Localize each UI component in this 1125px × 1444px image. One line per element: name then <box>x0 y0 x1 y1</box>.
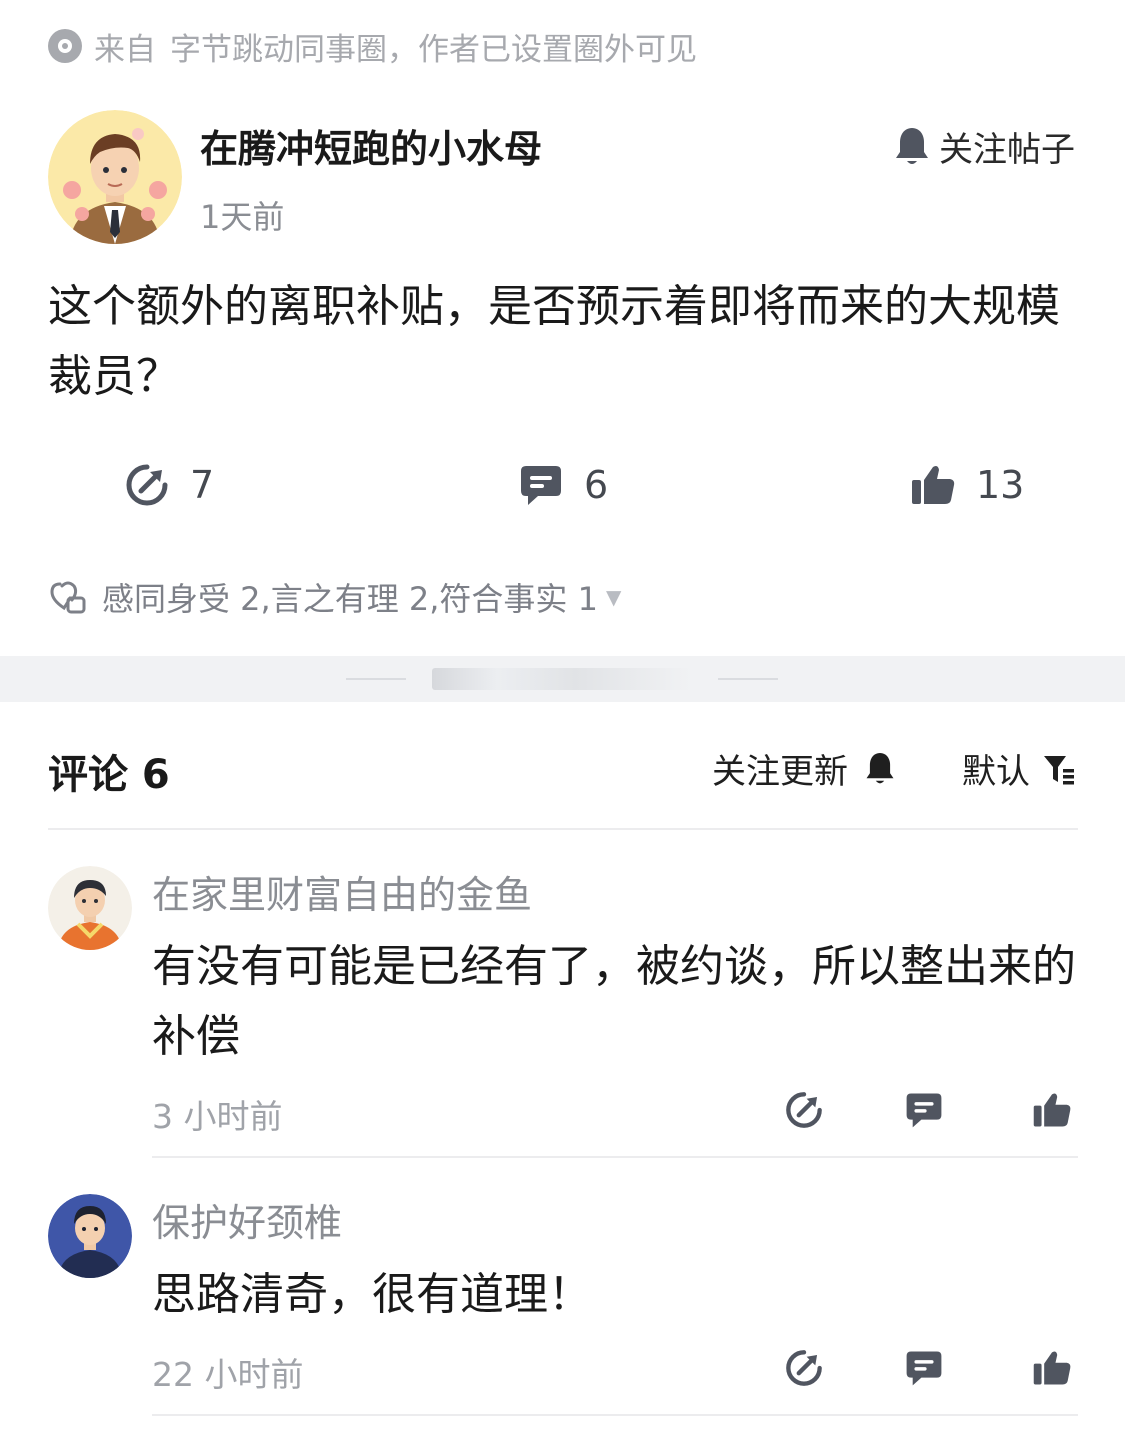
bell-icon <box>896 127 928 164</box>
speech-bubble-icon[interactable] <box>904 1348 944 1388</box>
comment-count: 6 <box>584 463 609 507</box>
speech-bubble-icon <box>521 466 561 505</box>
post-actions: 7 6 13 <box>0 462 1125 522</box>
thumbs-up-icon <box>912 466 955 504</box>
follow-post-label: 关注帖子 <box>939 130 1075 170</box>
follow-updates-label: 关注更新 <box>712 752 848 792</box>
source-prefix: 来自 <box>94 31 156 68</box>
blurred-banner <box>432 668 692 690</box>
share-arrow-icon[interactable] <box>784 1348 824 1388</box>
author-avatar[interactable] <box>48 110 182 244</box>
comment-divider <box>152 1156 1078 1158</box>
reactions-text: 感同身受 2,言之有理 2,符合事实 1 <box>102 580 598 618</box>
sort-label: 默认 <box>962 752 1030 792</box>
source-text[interactable]: 字节跳动同事圈，作者已设置圈外可见 <box>170 24 697 69</box>
comment-time: 3 小时前 <box>152 1097 283 1136</box>
circle-dot-icon <box>48 29 82 63</box>
comment-divider <box>152 1414 1078 1416</box>
share-arrow-icon[interactable] <box>784 1090 824 1130</box>
section-divider <box>0 656 1125 702</box>
share-button[interactable]: 7 <box>124 462 214 508</box>
comment-username[interactable]: 保护好颈椎 <box>152 1192 342 1247</box>
comment-button[interactable]: 6 <box>518 462 608 508</box>
share-count: 7 <box>190 463 215 507</box>
thumbs-up-icon[interactable] <box>1032 1348 1072 1388</box>
comment-text: 思路清奇，很有道理！ <box>152 1269 592 1320</box>
filter-icon <box>1044 755 1074 784</box>
chevron-down-icon: ▼ <box>605 585 622 609</box>
comment-username[interactable]: 在家里财富自由的金鱼 <box>152 864 532 919</box>
source-bar: 来自 字节跳动同事圈，作者已设置圈外可见 <box>48 24 697 68</box>
header-divider <box>48 828 1078 830</box>
reactions-heart-icon <box>50 581 86 614</box>
sort-dropdown[interactable]: 默认 <box>962 744 1076 793</box>
like-count: 13 <box>976 463 1025 507</box>
post-content: 这个额外的离职补贴，是否预示着即将而来的大规模裁员？ <box>48 281 1060 402</box>
speech-bubble-icon[interactable] <box>904 1090 944 1130</box>
bell-icon <box>866 752 894 783</box>
divider-line-right <box>718 678 778 680</box>
like-button[interactable]: 13 <box>910 462 1024 508</box>
comment-time: 22 小时前 <box>152 1355 304 1394</box>
follow-post-button[interactable]: 关注帖子 <box>893 122 1075 171</box>
divider-line-left <box>346 678 406 680</box>
comment-text: 有没有可能是已经有了，被约谈，所以整出来的补偿 <box>152 941 1076 1062</box>
reactions-summary[interactable]: 感同身受 2,言之有理 2,符合事实 1 ▼ <box>48 574 621 620</box>
share-arrow-icon <box>126 464 168 506</box>
avatar[interactable] <box>48 1194 132 1278</box>
comments-title: 评论 6 <box>48 752 170 798</box>
avatar[interactable] <box>48 866 132 950</box>
follow-updates-button[interactable]: 关注更新 <box>712 744 896 793</box>
post-time: 1天前 <box>200 198 285 236</box>
thumbs-up-icon[interactable] <box>1032 1090 1072 1130</box>
author-name[interactable]: 在腾冲短跑的小水母 <box>200 118 542 173</box>
